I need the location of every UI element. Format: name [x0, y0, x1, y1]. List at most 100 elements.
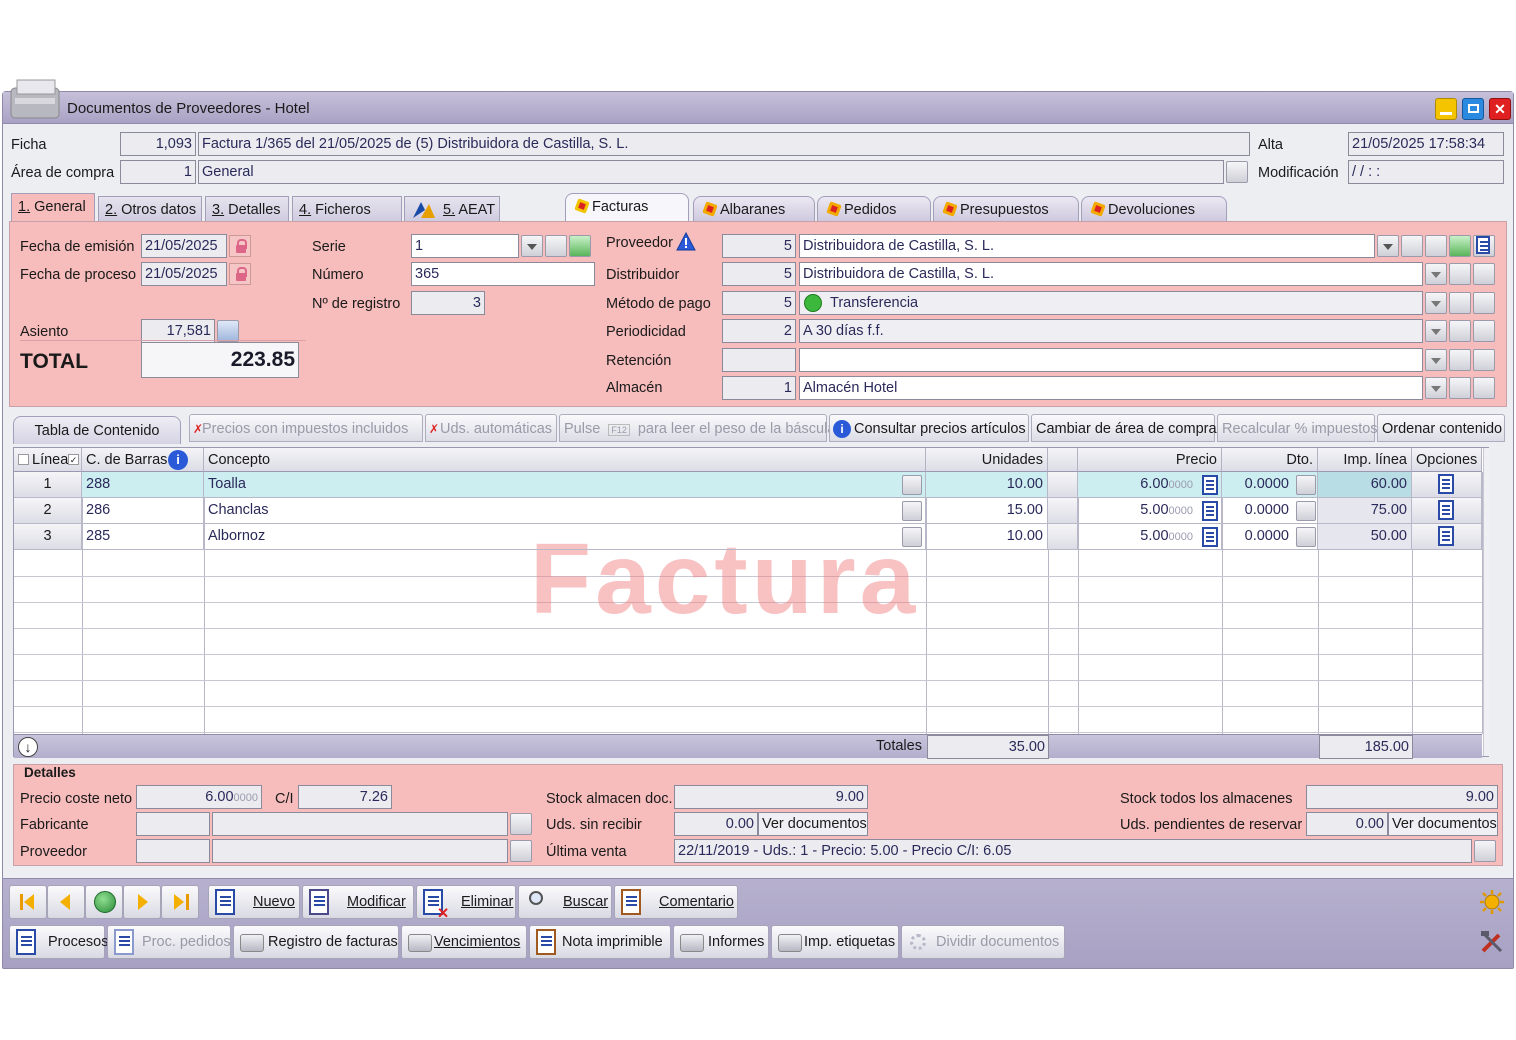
row-opciones[interactable]	[1412, 498, 1482, 524]
proveedor-process-button[interactable]	[1473, 235, 1495, 257]
registro-facturas-button[interactable]: Registro de facturas	[233, 925, 399, 959]
row-barras[interactable]: 286	[82, 498, 204, 524]
almacen-open-button[interactable]	[1473, 377, 1495, 399]
serie-lookup-button[interactable]	[545, 235, 567, 257]
previous-record-button[interactable]	[47, 885, 85, 919]
vencimientos-button[interactable]: Vencimientos	[401, 925, 527, 959]
column-header-unidades[interactable]: Unidades	[926, 448, 1048, 472]
recalcular-impuestos-button[interactable]: Recalcular % impuestos	[1217, 414, 1378, 442]
almacen-dropdown[interactable]	[1425, 377, 1447, 399]
next-record-button[interactable]	[123, 885, 161, 919]
column-header-dto[interactable]: Dto.	[1222, 448, 1318, 472]
area-compra-code-field[interactable]: 1	[120, 160, 196, 184]
fecha-emision-field[interactable]: 21/05/2025	[141, 234, 227, 258]
column-header-opciones[interactable]: Opciones	[1412, 448, 1482, 472]
tab-devoluciones[interactable]: Devoluciones	[1081, 196, 1227, 222]
document-options-icon[interactable]	[1438, 474, 1454, 494]
detalles-proveedor-open-button[interactable]	[510, 840, 532, 862]
area-compra-desc-field[interactable]: General	[198, 160, 1224, 184]
numero-field[interactable]: 365	[411, 262, 595, 286]
lock-icon[interactable]	[229, 263, 251, 285]
lock-icon[interactable]	[229, 235, 251, 257]
cambiar-area-button[interactable]: Cambiar de área de compra	[1031, 414, 1217, 442]
distribuidor-search-button[interactable]	[1449, 263, 1471, 285]
almacen-name-field[interactable]: Almacén Hotel	[799, 376, 1423, 400]
ver-documentos-button[interactable]: Ver documentos	[758, 812, 868, 836]
distribuidor-open-button[interactable]	[1473, 263, 1495, 285]
column-header-linea[interactable]: Línea ✓	[14, 448, 82, 472]
row-precio[interactable]: 5.000000	[1078, 498, 1222, 524]
nuevo-button[interactable]: Nuevo	[208, 885, 300, 919]
ver-documentos-button-2[interactable]: Ver documentos	[1388, 812, 1498, 836]
ficha-number-field[interactable]: 1,093	[120, 132, 196, 156]
proveedor-name-field[interactable]: Distribuidora de Castilla, S. L.	[799, 234, 1375, 258]
row-precio[interactable]: 5.000000	[1078, 524, 1222, 550]
last-record-button[interactable]	[161, 885, 199, 919]
tab-tabla-contenido[interactable]: Tabla de Contenido	[13, 416, 181, 444]
row-dto-button[interactable]	[1296, 527, 1316, 547]
metodo-pago-dropdown[interactable]	[1425, 292, 1447, 314]
area-lookup-button[interactable]	[1226, 161, 1248, 183]
row-concepto-button[interactable]	[902, 527, 922, 547]
row-precio[interactable]: 6.000000	[1078, 472, 1222, 498]
eliminar-button[interactable]: ✕ Eliminar	[416, 885, 516, 922]
tools-button[interactable]	[1479, 929, 1505, 955]
row-opciones[interactable]	[1412, 472, 1482, 498]
asiento-open-button[interactable]	[217, 320, 239, 342]
proveedor-open-button[interactable]	[1425, 235, 1447, 257]
proc-pedidos-button[interactable]: Proc. pedidos	[107, 925, 231, 959]
proveedor-dropdown[interactable]	[1377, 235, 1399, 257]
settings-button[interactable]	[1479, 889, 1505, 915]
column-header-concepto[interactable]: Concepto	[204, 448, 926, 472]
tab-detalles[interactable]: 3. Detalles	[205, 196, 289, 222]
column-header-barras[interactable]: C. de Barras i	[82, 448, 204, 472]
ultima-venta-open-button[interactable]	[1474, 840, 1496, 862]
row-concepto-button[interactable]	[902, 475, 922, 495]
almacen-search-button[interactable]	[1449, 377, 1471, 399]
restore-button[interactable]	[1462, 98, 1484, 120]
row-concepto[interactable]: Toalla	[204, 472, 926, 498]
modificacion-datetime-field[interactable]: / / : :	[1348, 160, 1504, 184]
unlock-icon[interactable]	[1449, 235, 1471, 257]
vertical-scrollbar[interactable]	[1483, 448, 1490, 756]
serie-field[interactable]: 1	[411, 234, 519, 258]
row-unidades[interactable]: 10.00	[926, 524, 1048, 550]
dividir-documentos-button[interactable]: Dividir documentos	[901, 925, 1065, 959]
metodo-pago-name-field[interactable]: Transferencia	[799, 291, 1423, 315]
row-precio-options-icon[interactable]	[1202, 475, 1218, 495]
info-icon[interactable]: i	[168, 450, 188, 470]
minimize-button[interactable]	[1435, 98, 1457, 120]
proveedor-code-field[interactable]: 5	[722, 234, 796, 258]
row-precio-options-icon[interactable]	[1202, 527, 1218, 547]
row-precio-options-icon[interactable]	[1202, 501, 1218, 521]
retencion-code-field[interactable]	[722, 348, 796, 372]
tab-general[interactable]: 1. General	[11, 193, 95, 222]
periodicidad-name-field[interactable]: A 30 días f.f.	[799, 319, 1423, 343]
metodo-pago-open-button[interactable]	[1473, 292, 1495, 314]
nota-imprimible-button[interactable]: Nota imprimible	[529, 925, 671, 959]
uds-automaticas-toggle[interactable]: ✗ Uds. automáticas	[425, 414, 557, 442]
row-opciones[interactable]	[1412, 524, 1482, 550]
tab-pedidos[interactable]: Pedidos	[817, 196, 931, 222]
document-options-icon[interactable]	[1438, 526, 1454, 546]
ordenar-contenido-button[interactable]: Ordenar contenido	[1377, 414, 1505, 442]
row-dto-button[interactable]	[1296, 475, 1316, 495]
unlock-icon[interactable]	[569, 235, 591, 257]
distribuidor-name-field[interactable]: Distribuidora de Castilla, S. L.	[799, 262, 1423, 286]
almacen-code-field[interactable]: 1	[722, 376, 796, 400]
row-concepto[interactable]: Albornoz	[204, 524, 926, 550]
row-barras[interactable]: 288	[82, 472, 204, 498]
retencion-name-field[interactable]	[799, 348, 1423, 372]
row-barras[interactable]: 285	[82, 524, 204, 550]
retencion-open-button[interactable]	[1473, 349, 1495, 371]
row-dto-button[interactable]	[1296, 501, 1316, 521]
retencion-dropdown[interactable]	[1425, 349, 1447, 371]
row-unidades[interactable]: 10.00	[926, 472, 1048, 498]
tab-otros-datos[interactable]: 2. Otros datos	[98, 196, 202, 222]
alta-datetime-field[interactable]: 21/05/2025 17:58:34	[1348, 132, 1504, 156]
imp-etiquetas-button[interactable]: Imp. etiquetas	[771, 925, 899, 959]
metodo-pago-search-button[interactable]	[1449, 292, 1471, 314]
comentario-button[interactable]: Comentario	[614, 885, 738, 919]
warning-icon[interactable]	[676, 232, 696, 252]
close-button[interactable]: ✕	[1489, 98, 1511, 120]
